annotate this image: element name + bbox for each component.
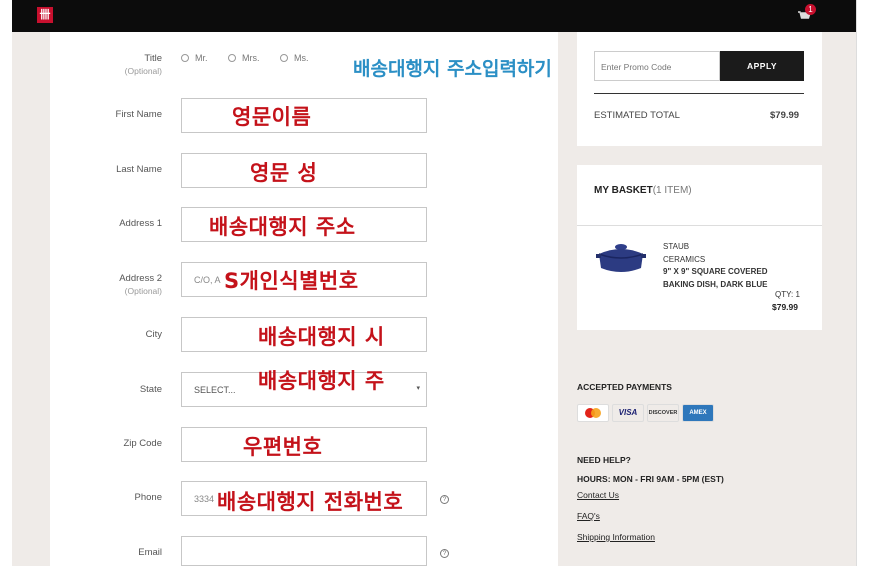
summary-divider — [594, 93, 804, 94]
product-brand-line1: STAUB — [663, 242, 690, 251]
mastercard-icon — [577, 404, 609, 422]
left-margin — [0, 0, 12, 566]
annotation-first-name: 영문이름 — [232, 105, 312, 129]
address1-label: Address 1 — [119, 218, 162, 229]
page-background-left — [12, 32, 50, 566]
product-details: STAUB CERAMICS 9" X 9" SQUARE COVERED BA… — [663, 241, 768, 291]
state-label: State — [139, 384, 162, 395]
email-help-icon[interactable]: ? — [440, 549, 449, 558]
product-brand-line2: CERAMICS — [663, 254, 706, 264]
estimated-total-label: ESTIMATED TOTAL — [594, 110, 680, 121]
state-selected-value: SELECT... — [194, 385, 236, 395]
amex-icon: AMEX — [682, 404, 714, 422]
last-name-label: Last Name — [116, 164, 162, 175]
need-help-title: NEED HELP? — [577, 455, 631, 465]
contact-us-link[interactable]: Contact Us — [577, 490, 619, 500]
brand-logo[interactable]: 卌 — [37, 7, 53, 23]
city-label: City — [145, 329, 162, 340]
right-margin — [856, 0, 870, 566]
annotation-address1: 배송대행지 주소 — [209, 215, 356, 239]
product-price: $79.99 — [772, 302, 798, 312]
visa-icon: VISA — [612, 404, 644, 422]
annotation-last-name: 영문 성 — [250, 161, 318, 185]
product-name-line2: BAKING DISH, DARK BLUE — [663, 279, 768, 289]
annotation-zip: 우편번호 — [243, 435, 323, 459]
product-name-line1: 9" X 9" SQUARE COVERED — [663, 267, 768, 276]
annotation-city: 배송대행지 시 — [258, 325, 385, 349]
phone-help-icon[interactable]: ? — [440, 495, 449, 504]
title-radio-mr[interactable]: Mr. — [181, 53, 208, 63]
title-label: Title (Optional) — [124, 53, 162, 76]
title-radio-ms-label: Ms. — [294, 53, 309, 63]
promo-code-placeholder: Enter Promo Code — [601, 62, 672, 72]
address2-label: Address 2 (Optional) — [119, 273, 162, 296]
title-radio-mr-label: Mr. — [195, 53, 208, 63]
basket-title: MY BASKET(1 ITEM) — [594, 185, 692, 196]
order-summary-card — [577, 32, 822, 146]
chevron-down-icon: ▾ — [416, 385, 420, 392]
title-radio-ms[interactable]: Ms. — [280, 53, 309, 63]
estimated-total-value: $79.99 — [770, 110, 800, 121]
help-hours: HOURS: MON - FRI 9AM - 5PM (EST) — [577, 474, 724, 484]
apply-promo-button[interactable]: APPLY — [720, 51, 804, 81]
discover-icon: DISCOVER — [647, 404, 679, 422]
faqs-link[interactable]: FAQ's — [577, 511, 600, 521]
annotation-phone: 배송대행지 전화번호 — [217, 490, 404, 514]
accepted-payments-title: ACCEPTED PAYMENTS — [577, 382, 672, 392]
annotation-state: 배송대행지 주 — [258, 369, 385, 393]
email-field[interactable] — [181, 536, 427, 566]
title-radio-mrs[interactable]: Mrs. — [228, 53, 260, 63]
zip-code-label: Zip Code — [123, 438, 162, 449]
title-radio-mrs-label: Mrs. — [242, 53, 260, 63]
phone-label: Phone — [134, 492, 162, 503]
product-thumbnail[interactable] — [595, 238, 647, 278]
cart-count-badge: 1 — [805, 4, 816, 15]
address2-placeholder: C/O, A — [194, 275, 221, 285]
promo-code-input[interactable]: Enter Promo Code — [594, 51, 720, 81]
basket-divider — [577, 225, 822, 226]
first-name-label: First Name — [115, 109, 162, 120]
shipping-information-link[interactable]: Shipping Information — [577, 532, 655, 542]
email-label: Email — [138, 547, 162, 558]
annotation-address2: S개인식별번호 — [224, 269, 359, 293]
top-navigation-bar — [12, 0, 856, 32]
product-qty: QTY: 1 — [775, 290, 800, 299]
annotation-heading: 배송대행지 주소입력하기 — [353, 58, 552, 80]
phone-placeholder: 3334 — [194, 494, 215, 504]
